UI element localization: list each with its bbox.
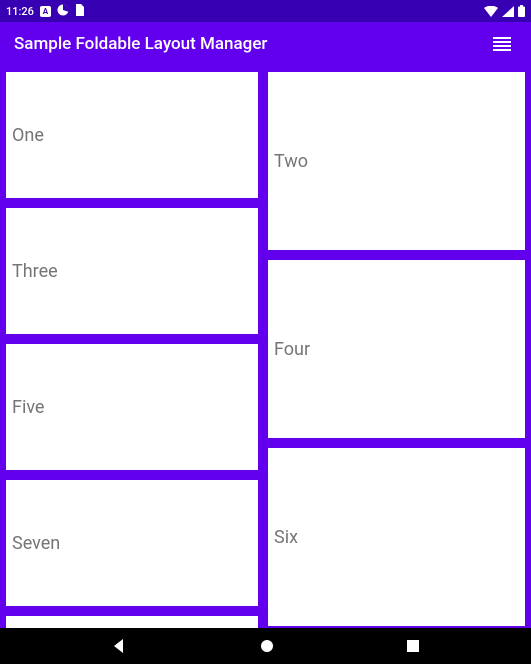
status-left: 11:26 A	[6, 4, 85, 19]
card-label: Four	[274, 339, 310, 360]
content-area[interactable]: One Three Five Seven Two Four Six	[0, 66, 531, 628]
column-right: Two Four Six	[268, 72, 525, 628]
list-item[interactable]: Five	[6, 344, 258, 470]
card-label: Seven	[12, 533, 60, 554]
list-item[interactable]	[6, 616, 258, 628]
columns: One Three Five Seven Two Four Six	[0, 66, 531, 628]
list-item[interactable]: Three	[6, 208, 258, 334]
letter-a-icon: A	[40, 6, 51, 17]
list-item[interactable]: One	[6, 72, 258, 198]
wifi-icon	[484, 6, 498, 17]
home-icon	[259, 638, 275, 654]
app-bar: Sample Foldable Layout Manager	[0, 22, 531, 66]
battery-icon	[518, 5, 525, 17]
list-item[interactable]: Seven	[6, 480, 258, 606]
list-item[interactable]: Six	[268, 448, 525, 626]
status-right	[484, 5, 525, 17]
status-time: 11:26	[6, 5, 34, 18]
card-label: Five	[12, 397, 44, 418]
list-icon	[493, 37, 511, 51]
card-label: One	[12, 125, 44, 146]
pie-icon	[57, 4, 69, 19]
card-label: Six	[274, 527, 298, 548]
card-label: Three	[12, 261, 58, 282]
card-label: Two	[274, 151, 308, 172]
nav-home-button[interactable]	[239, 632, 295, 660]
signal-icon	[502, 6, 514, 17]
navigation-bar	[0, 628, 531, 664]
nav-back-button[interactable]	[91, 632, 147, 660]
list-item[interactable]: Four	[268, 260, 525, 438]
doc-icon	[75, 4, 85, 19]
column-left: One Three Five Seven	[6, 72, 258, 628]
recent-icon	[406, 639, 420, 653]
status-bar: 11:26 A	[0, 0, 531, 22]
app-title: Sample Foldable Layout Manager	[14, 34, 267, 54]
nav-recent-button[interactable]	[386, 633, 440, 659]
back-icon	[111, 638, 127, 654]
list-menu-button[interactable]	[487, 31, 517, 57]
list-item[interactable]: Two	[268, 72, 525, 250]
screen: 11:26 A Sample Foldable Layout Manager	[0, 0, 531, 664]
